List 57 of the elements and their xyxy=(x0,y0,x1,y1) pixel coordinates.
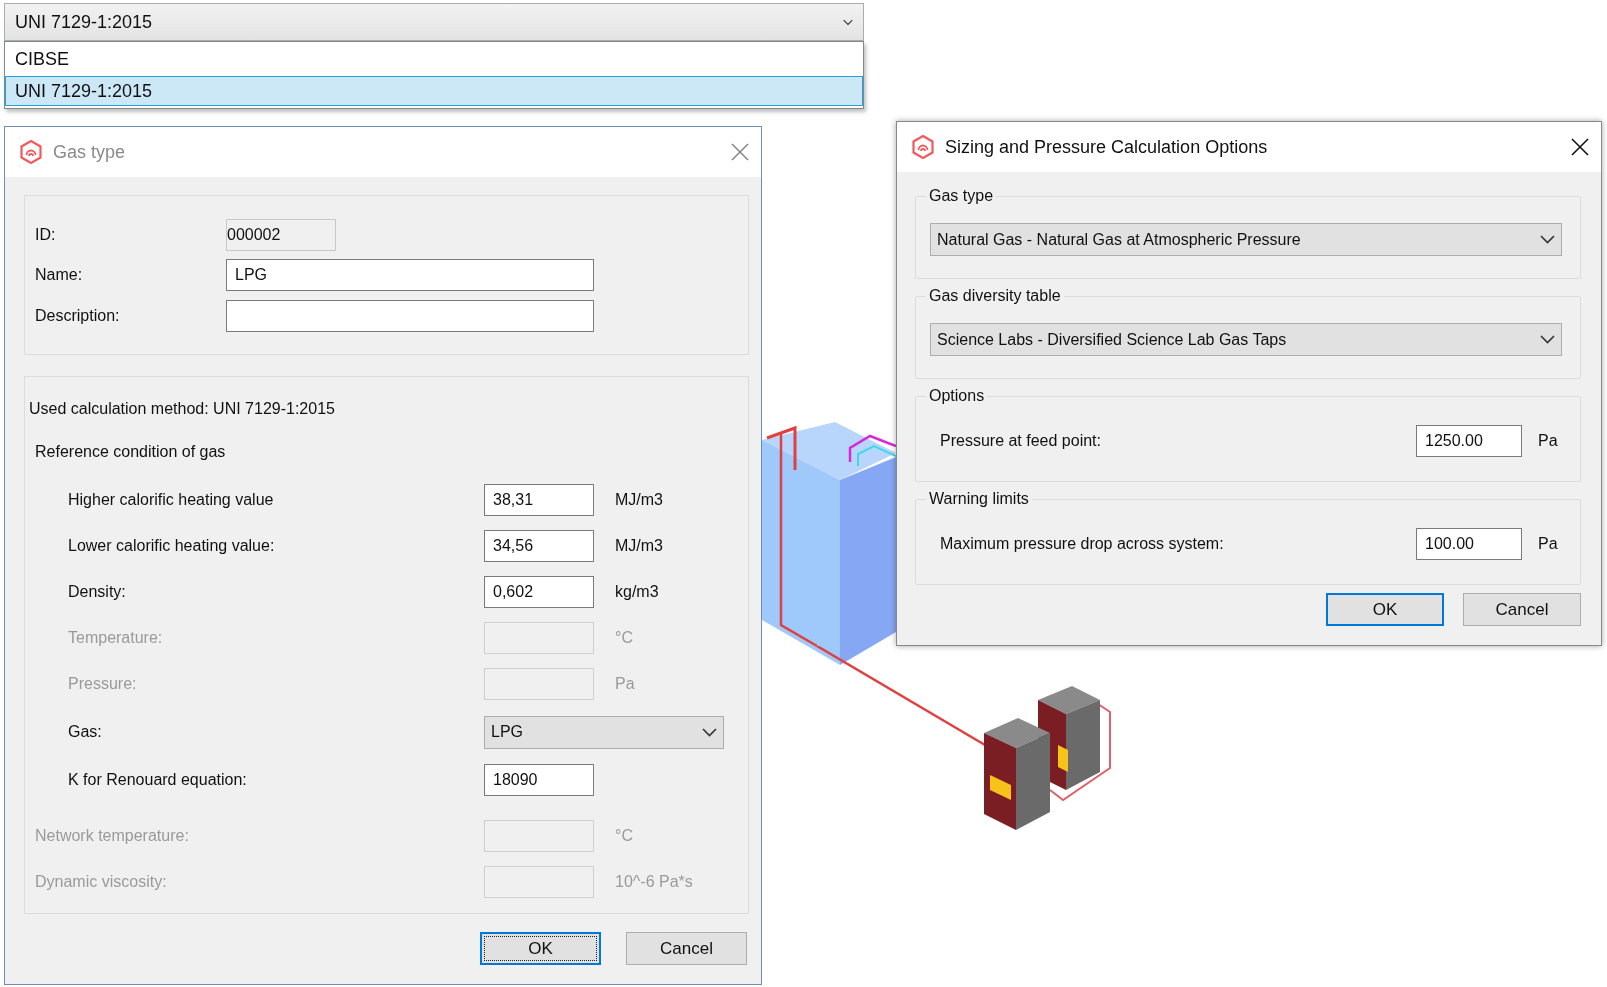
field-label: Pressure: xyxy=(68,675,138,693)
window-title: Sizing and Pressure Calculation Options xyxy=(945,136,1269,158)
dropdown-option[interactable]: CIBSE xyxy=(5,44,863,74)
id-field: 000002 xyxy=(226,219,336,251)
gas-select[interactable]: LPG xyxy=(484,715,724,749)
chevron-down-icon xyxy=(1540,235,1555,244)
unit-label: kg/m3 xyxy=(615,583,659,601)
unit-label: 10^-6 Pa*s xyxy=(615,873,693,891)
field-label: Density: xyxy=(68,583,127,601)
field-label: Name: xyxy=(35,265,84,284)
method-text: Used calculation method: UNI 7129-1:2015 xyxy=(29,400,335,418)
group-label: Gas diversity table xyxy=(928,287,1062,305)
field-label: Higher calorific heating value xyxy=(68,491,275,509)
number-field[interactable]: 100.00 xyxy=(1416,528,1522,560)
dialog-button[interactable]: Cancel xyxy=(626,932,747,965)
field-label: ID: xyxy=(35,226,57,244)
field-label: Gas: xyxy=(68,723,103,741)
dialog-button[interactable]: OK xyxy=(480,932,601,965)
close-icon[interactable] xyxy=(1571,138,1589,156)
unit-label: Pa xyxy=(615,675,635,693)
field-label: Maximum pressure drop across system: xyxy=(940,535,1225,553)
standard-dropdown[interactable]: UNI 7129-1:2015 xyxy=(4,3,864,41)
dialog-button[interactable]: OK xyxy=(1326,593,1444,626)
group-label: Gas type xyxy=(928,187,995,205)
select-field[interactable]: Science Labs - Diversified Science Lab Gas Taps xyxy=(930,323,1562,356)
chevron-down-icon xyxy=(843,18,853,26)
field-label: Network temperature: xyxy=(35,827,190,845)
text-field[interactable] xyxy=(226,299,594,332)
dropdown-option[interactable]: UNI 7129-1:2015 xyxy=(5,76,863,106)
field-label: Lower calorific heating value: xyxy=(68,537,276,555)
unit-label: MJ/m3 xyxy=(615,537,663,555)
app-logo-icon xyxy=(911,134,935,160)
group-label: Options xyxy=(928,387,986,405)
group-label: Warning limits xyxy=(928,490,1030,508)
number-field[interactable]: 0,602 xyxy=(484,576,594,608)
field-label: Description: xyxy=(35,306,121,325)
chevron-down-icon xyxy=(702,727,717,737)
number-field[interactable]: 18090 xyxy=(484,764,594,796)
unit-label: °C xyxy=(615,827,633,845)
unit-label: Pa xyxy=(1538,535,1558,553)
unit-label: MJ/m3 xyxy=(615,491,663,509)
window-title: Gas type xyxy=(53,141,127,163)
number-field[interactable]: 34,56 xyxy=(484,530,594,562)
field-label: Temperature: xyxy=(68,629,164,647)
app-logo-icon xyxy=(19,139,43,165)
field-label: Dynamic viscosity: xyxy=(35,873,168,891)
number-field[interactable]: 1250.00 xyxy=(1416,425,1522,457)
text-field[interactable]: LPG xyxy=(226,258,594,291)
unit-label: Pa xyxy=(1538,432,1558,450)
section-heading: Reference condition of gas xyxy=(35,443,226,461)
unit-label: °C xyxy=(615,629,633,647)
chevron-down-icon xyxy=(1540,335,1555,344)
select-field[interactable]: Natural Gas - Natural Gas at Atmospheric Pressure xyxy=(930,223,1562,256)
dialog-button[interactable]: Cancel xyxy=(1463,593,1581,626)
number-field[interactable]: 38,31 xyxy=(484,484,594,516)
field-label: Pressure at feed point: xyxy=(940,432,1102,450)
field-label: K for Renouard equation: xyxy=(68,771,248,789)
